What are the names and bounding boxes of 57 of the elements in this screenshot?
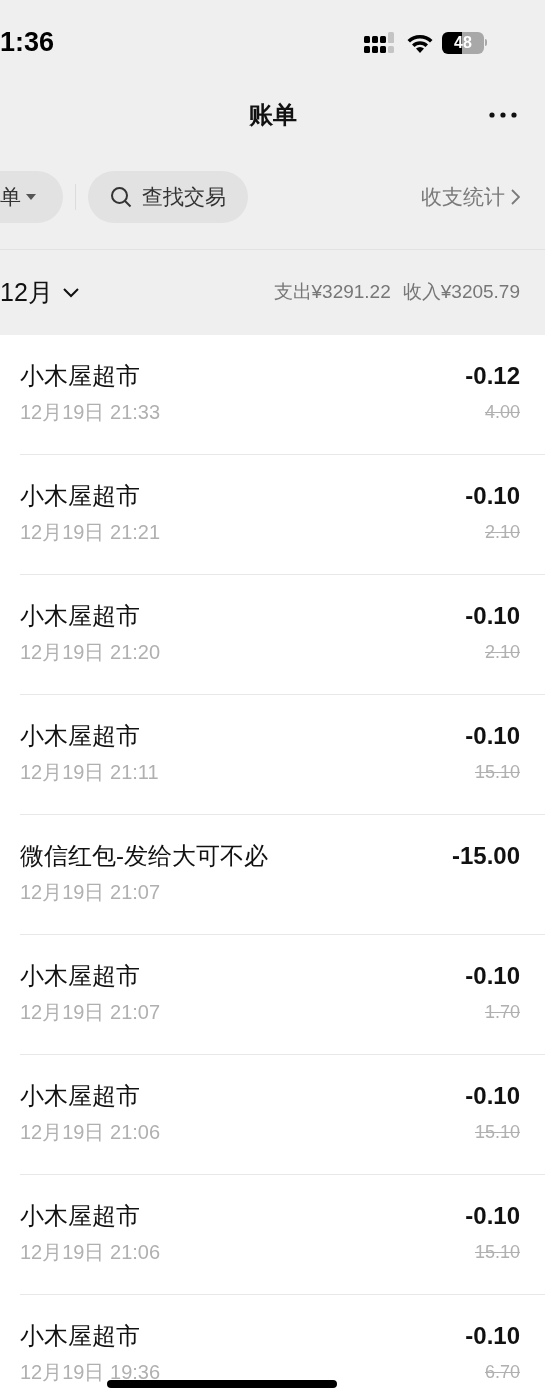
transaction-time: 12月19日 21:07 xyxy=(20,880,162,905)
transaction-time: 12月19日 21:21 xyxy=(20,520,161,545)
transaction-row[interactable]: 小木屋超市 12月19日 21:21 -0.10 2.10 xyxy=(20,455,545,575)
original-amount: 15.10 xyxy=(474,761,520,784)
transaction-row[interactable]: 微信红包-发给大可不必 12月19日 21:07 -15.00 xyxy=(20,815,545,935)
transaction-amount: -0.12 xyxy=(465,361,520,391)
transaction-time: 12月19日 21:06 xyxy=(20,1120,161,1145)
transaction-amount: -0.10 xyxy=(465,1321,520,1351)
transaction-time: 12月19日 21:20 xyxy=(20,640,161,665)
original-amount: 1.70 xyxy=(484,1001,520,1024)
stats-link[interactable]: 收支统计 xyxy=(421,181,520,213)
original-amount: 6.70 xyxy=(484,1361,520,1384)
transaction-time: 12月19日 21:11 xyxy=(20,760,159,785)
transaction-amount: -0.10 xyxy=(465,721,520,751)
transaction-time: 12月19日 19:36 xyxy=(20,1360,161,1385)
transaction-time: 12月19日 21:07 xyxy=(20,1000,161,1025)
transaction-title: 小木屋超市 xyxy=(20,721,141,751)
transaction-amount: -0.10 xyxy=(465,961,520,991)
chevron-down-icon xyxy=(62,287,79,298)
transaction-title: 小木屋超市 xyxy=(20,361,141,391)
chevron-right-icon xyxy=(511,189,520,205)
transaction-title: 小木屋超市 xyxy=(20,1321,141,1351)
transaction-amount: -0.10 xyxy=(465,1201,520,1231)
transaction-time: 12月19日 21:06 xyxy=(20,1240,161,1265)
income-total: 收入¥3205.79 xyxy=(402,280,520,305)
wifi-icon xyxy=(406,32,434,53)
transaction-amount: -0.10 xyxy=(465,481,520,511)
transaction-title: 小木屋超市 xyxy=(20,601,141,631)
transaction-row[interactable]: 小木屋超市 12月19日 21:06 -0.10 15.10 xyxy=(20,1055,545,1175)
expense-total: 支出¥3291.22 xyxy=(273,280,391,305)
more-icon[interactable] xyxy=(489,112,517,118)
transaction-row[interactable]: 小木屋超市 12月19日 21:20 -0.10 2.10 xyxy=(20,575,545,695)
original-amount: 2.10 xyxy=(484,641,520,664)
transaction-row[interactable]: 小木屋超市 12月19日 21:11 -0.10 15.10 xyxy=(20,695,545,815)
transaction-amount: -0.10 xyxy=(465,1081,520,1111)
caret-icon xyxy=(25,193,37,201)
transaction-title: 小木屋超市 xyxy=(20,1081,141,1111)
original-amount: 2.10 xyxy=(484,521,520,544)
bill-type-dropdown[interactable]: 单 xyxy=(0,171,63,223)
original-amount: 15.10 xyxy=(474,1241,520,1264)
search-transactions-button[interactable]: 查找交易 xyxy=(88,171,248,223)
transaction-title: 小木屋超市 xyxy=(20,1201,141,1231)
transaction-row[interactable]: 小木屋超市 12月19日 21:06 -0.10 15.10 xyxy=(20,1175,545,1295)
transaction-title: 小木屋超市 xyxy=(20,961,141,991)
transaction-title: 微信红包-发给大可不必 xyxy=(20,841,268,871)
transaction-row[interactable]: 小木屋超市 12月19日 21:33 -0.12 4.00 xyxy=(20,335,545,455)
transaction-amount: -15.00 xyxy=(451,841,520,871)
search-icon xyxy=(110,186,132,208)
original-amount: 15.10 xyxy=(474,1121,520,1144)
transaction-title: 小木屋超市 xyxy=(20,481,141,511)
month-selector[interactable]: 12月 xyxy=(0,273,79,312)
page-title: 账单 xyxy=(248,100,297,130)
status-time: 1:36 xyxy=(0,26,55,60)
transaction-row[interactable]: 小木屋超市 12月19日 21:07 -0.10 1.70 xyxy=(20,935,545,1055)
transaction-time: 12月19日 21:33 xyxy=(20,400,161,425)
transaction-amount: -0.10 xyxy=(465,601,520,631)
original-amount: 4.00 xyxy=(484,401,520,424)
